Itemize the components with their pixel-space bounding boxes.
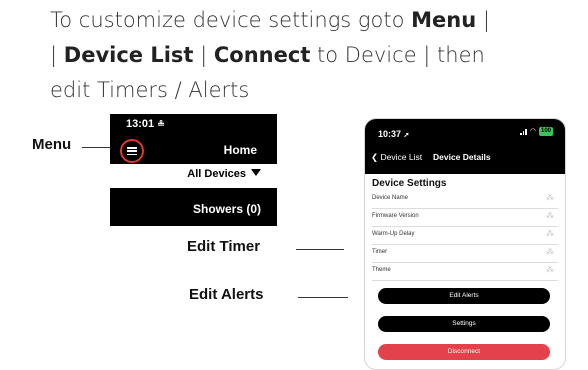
battery-icon: 100 xyxy=(538,127,553,136)
status-time: 10:37 ➚ xyxy=(378,129,410,139)
back-button-label: Device List xyxy=(380,152,423,162)
device-filter-bar[interactable]: All Devices xyxy=(110,164,277,188)
instruction-text-part: | xyxy=(193,43,214,67)
menu-button[interactable] xyxy=(120,139,144,163)
setting-row-firmware-version[interactable]: Firmware Version ⁂ xyxy=(372,210,558,227)
section-title: Device Settings xyxy=(372,178,447,189)
instruction-line-2: | Device List | Connect to Device | then xyxy=(50,38,588,73)
settings-button[interactable]: Settings xyxy=(378,316,550,332)
device-filter-dropdown[interactable]: All Devices xyxy=(187,168,261,180)
person-icon: ≗ xyxy=(157,119,165,129)
device-filter-label: All Devices xyxy=(187,168,246,180)
status-icons: ◠ 100 xyxy=(520,127,553,136)
setting-row-theme[interactable]: Theme ⁂ xyxy=(372,264,558,281)
nav-header: 10:37 ➚ ◠ 100 ❮ Device List Device Detai… xyxy=(365,119,565,174)
instruction-text-part: | xyxy=(50,43,64,67)
setting-label: Device Name xyxy=(372,195,409,201)
edit-alerts-button[interactable]: Edit Alerts xyxy=(378,288,550,304)
home-screen-screenshot: 13:01 ≗ Home All Devices Showers (0) xyxy=(110,114,277,226)
instruction-connect-emphasis: Connect xyxy=(213,43,311,67)
setting-row-device-name[interactable]: Device Name ⁂ xyxy=(372,192,558,209)
home-title: Home xyxy=(223,143,257,157)
instruction-text-part: to Device | then xyxy=(310,43,485,67)
loading-spinner-icon: ⁂ xyxy=(546,229,554,238)
instruction-menu-emphasis: Menu xyxy=(411,8,477,32)
status-time: 13:01 xyxy=(126,118,155,130)
status-bar: 13:01 ≗ xyxy=(126,118,165,130)
signal-icon xyxy=(520,128,527,135)
filter-icon xyxy=(251,169,261,176)
edit-alerts-callout-label: Edit Alerts xyxy=(189,286,264,303)
instruction-line-1: To customize device settings goto Menu | xyxy=(50,3,588,38)
setting-label: Theme xyxy=(372,267,391,273)
instruction-device-list-emphasis: Device List xyxy=(63,43,194,67)
wifi-icon: ◠ xyxy=(529,127,536,135)
edit-timer-callout-label: Edit Timer xyxy=(187,238,261,255)
instruction-text-part: | xyxy=(476,8,490,32)
menu-callout-label: Menu xyxy=(32,136,72,153)
showers-count: Showers (0) xyxy=(192,202,261,216)
disconnect-button[interactable]: Disconnect xyxy=(378,344,550,360)
loading-spinner-icon: ⁂ xyxy=(546,265,554,274)
setting-label: Firmware Version xyxy=(372,213,419,219)
edit-timer-callout-line xyxy=(296,249,344,250)
instruction-text: To customize device settings goto Menu |… xyxy=(50,3,588,108)
chevron-left-icon: ❮ xyxy=(371,152,379,162)
setting-row-timer[interactable]: Timer ⁂ xyxy=(372,246,558,263)
edit-alerts-callout-line xyxy=(298,297,348,298)
back-button[interactable]: ❮ Device List xyxy=(371,152,422,163)
setting-row-warm-up-delay[interactable]: Warm-Up Delay ⁂ xyxy=(372,228,558,245)
loading-spinner-icon: ⁂ xyxy=(546,193,554,202)
location-arrow-icon: ➚ xyxy=(403,132,410,139)
loading-spinner-icon: ⁂ xyxy=(546,211,554,220)
hamburger-icon xyxy=(127,147,137,156)
instruction-text-part: To customize device settings goto xyxy=(50,8,412,32)
instruction-line-3: edit Timers / Alerts xyxy=(50,78,250,102)
loading-spinner-icon: ⁂ xyxy=(546,247,554,256)
device-details-screenshot: 10:37 ➚ ◠ 100 ❮ Device List Device Detai… xyxy=(364,118,566,370)
setting-label: Warm-Up Delay xyxy=(372,231,415,237)
screen-title: Device Details xyxy=(433,152,491,162)
setting-label: Timer xyxy=(372,249,388,255)
